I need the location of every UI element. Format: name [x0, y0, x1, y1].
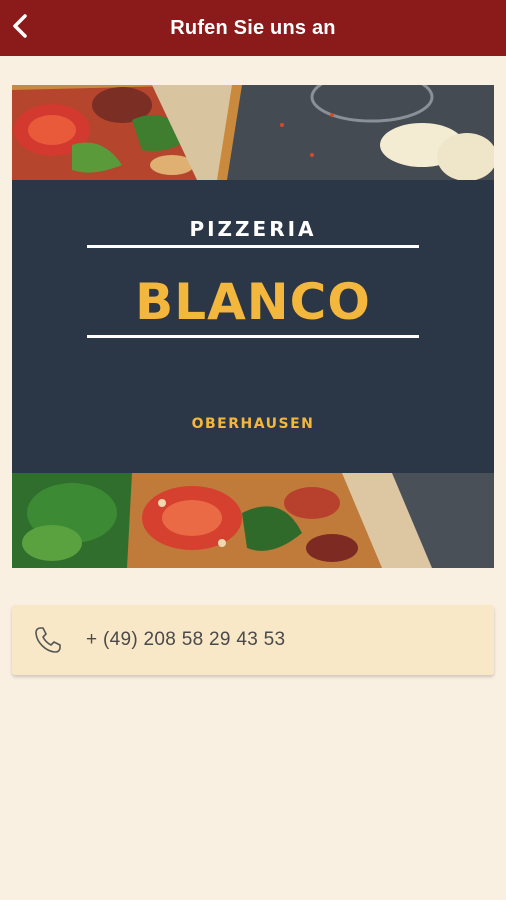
restaurant-banner: PIZZERIA BLANCO OBERHAUSEN	[12, 85, 494, 568]
phone-number: + (49) 208 58 29 43 53	[86, 629, 286, 650]
top-bar: Rufen Sie uns an	[0, 0, 506, 56]
divider-top	[87, 245, 419, 248]
page-title: Rufen Sie uns an	[170, 17, 336, 39]
pizza-photo-bottom	[12, 473, 494, 568]
phone-call-button[interactable]: + (49) 208 58 29 43 53	[12, 605, 494, 675]
divider-bottom	[87, 335, 419, 338]
brand-name: BLANCO	[135, 273, 371, 331]
brand-subtitle: PIZZERIA	[189, 217, 317, 241]
phone-icon	[32, 624, 64, 656]
pizza-photo-top	[12, 85, 494, 180]
brand-city: OBERHAUSEN	[191, 416, 315, 432]
